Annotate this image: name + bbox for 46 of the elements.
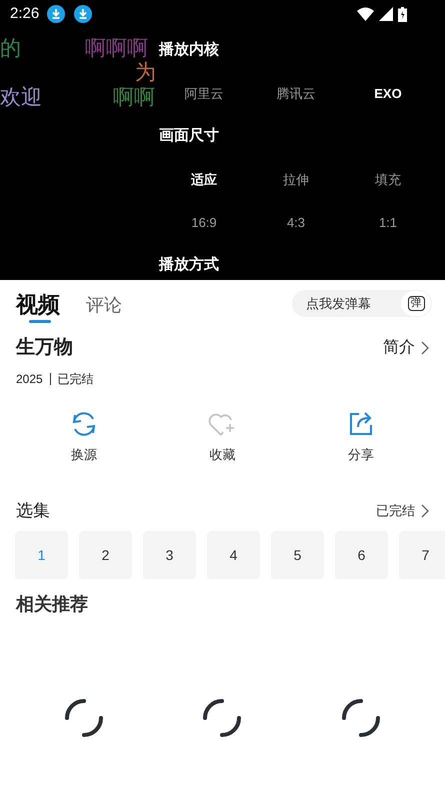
settings-section-title: 画面尺寸 bbox=[158, 126, 220, 146]
section-title: 相关推荐 bbox=[16, 592, 88, 616]
episodes-status-link[interactable]: 已完结 bbox=[376, 501, 429, 521]
danmaku-comment: 的 bbox=[0, 37, 21, 60]
settings-option[interactable]: 16:9 bbox=[191, 212, 217, 232]
tab[interactable]: 评论 bbox=[86, 288, 122, 322]
danmaku-comment: 啊啊 bbox=[113, 86, 155, 109]
download-icon bbox=[74, 5, 92, 23]
settings-option[interactable]: 腾讯云 bbox=[276, 84, 316, 104]
action-button[interactable]: 分享 bbox=[292, 410, 430, 496]
wifi-icon bbox=[357, 7, 374, 21]
tab-indicator bbox=[29, 320, 51, 323]
settings-option[interactable]: 阿里云 bbox=[184, 84, 224, 104]
episode-button[interactable]: 3 bbox=[143, 531, 196, 579]
settings-option[interactable]: 4:3 bbox=[286, 212, 306, 232]
settings-option[interactable]: 拉伸 bbox=[283, 170, 309, 190]
episode-button[interactable]: 7 bbox=[399, 531, 445, 579]
danmaku-comment: 为 bbox=[135, 61, 156, 84]
episode-button[interactable]: 2 bbox=[79, 531, 132, 579]
intro-link[interactable]: 简介 bbox=[383, 336, 429, 360]
settings-option[interactable]: 1:1 bbox=[378, 212, 398, 232]
danmaku-bubble-icon: 弹 bbox=[408, 296, 424, 311]
action-button[interactable]: 收藏 bbox=[153, 410, 292, 496]
settings-section-title: 播放内核 bbox=[158, 40, 220, 60]
danmaku-input-placeholder: 点我发弹幕 bbox=[306, 294, 371, 313]
settings-option[interactable]: 填充 bbox=[375, 170, 401, 190]
chevron-right-icon bbox=[421, 504, 429, 518]
settings-option[interactable]: 适应 bbox=[191, 170, 217, 190]
danmaku-input[interactable]: 点我发弹幕 弹 bbox=[292, 290, 432, 317]
signal-icon bbox=[379, 7, 393, 21]
tab[interactable]: 视频 bbox=[16, 288, 60, 322]
episode-button[interactable]: 5 bbox=[271, 531, 324, 579]
chevron-right-icon bbox=[421, 341, 429, 355]
episode-button[interactable]: 6 bbox=[335, 531, 388, 579]
section-title: 选集 bbox=[16, 500, 50, 522]
status-time: 2:26 bbox=[10, 4, 40, 24]
danmaku-comment: 啊啊啊 bbox=[85, 37, 148, 60]
status-text: 已完结 bbox=[58, 371, 94, 388]
episode-button[interactable]: 4 bbox=[207, 531, 260, 579]
show-title: 生万物 bbox=[16, 336, 73, 360]
action-button[interactable]: 换源 bbox=[15, 410, 154, 496]
release-year: 2025 bbox=[16, 371, 43, 388]
danmaku-comment: 欢迎 bbox=[0, 86, 42, 109]
download-icon bbox=[47, 5, 66, 23]
settings-section-title: 播放方式 bbox=[158, 255, 220, 276]
settings-option[interactable]: EXO bbox=[374, 84, 402, 104]
